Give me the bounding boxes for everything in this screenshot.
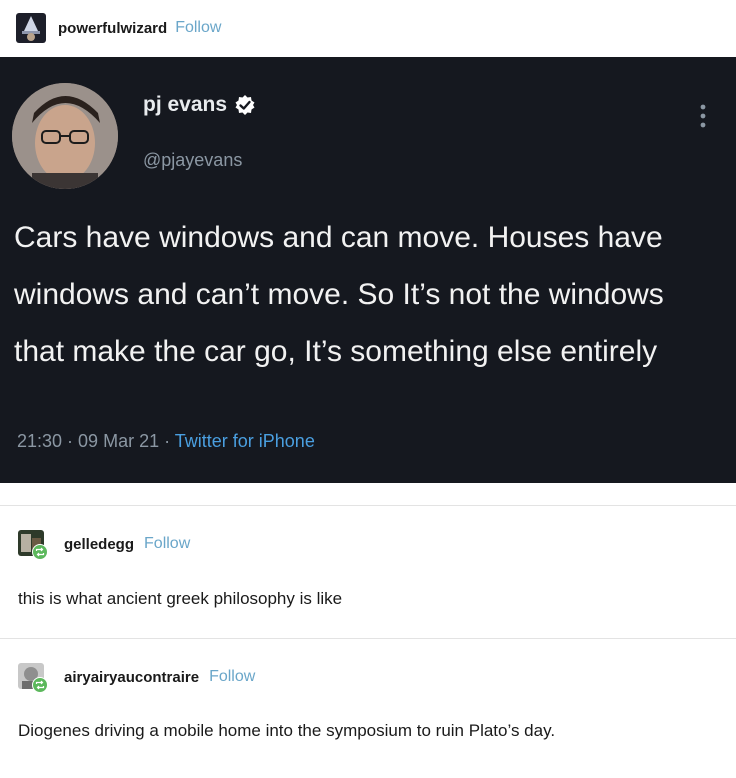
tweet-source[interactable]: Twitter for iPhone bbox=[175, 431, 315, 451]
reblog-entry: gelledegg Follow this is what ancient gr… bbox=[0, 524, 736, 615]
reblog-badge-icon bbox=[32, 677, 48, 693]
tweet-card: pj evans @pjayevans Cars have windows an… bbox=[0, 57, 736, 483]
tweet-author-name[interactable]: pj evans bbox=[143, 93, 227, 117]
divider bbox=[0, 505, 736, 506]
follow-button[interactable]: Follow bbox=[209, 668, 255, 686]
tweet-avatar[interactable] bbox=[12, 83, 118, 189]
tweet-meta: 21:30 · 09 Mar 21 · Twitter for iPhone bbox=[17, 431, 315, 452]
reblog-text: this is what ancient greek philosophy is… bbox=[18, 589, 343, 608]
follow-button[interactable]: Follow bbox=[175, 19, 221, 37]
meta-separator: · bbox=[159, 431, 175, 451]
meta-separator: · bbox=[62, 431, 79, 451]
reblog-header: gelledegg Follow bbox=[0, 524, 736, 564]
reblog-username[interactable]: airyairyaucontraire bbox=[64, 669, 199, 686]
reblog-header: airyairyaucontraire Follow bbox=[0, 657, 736, 697]
more-vertical-icon[interactable] bbox=[692, 101, 714, 131]
verified-badge-icon bbox=[235, 95, 255, 115]
avatar[interactable] bbox=[18, 663, 48, 693]
reblog-entry: airyairyaucontraire Follow Diogenes driv… bbox=[0, 657, 736, 747]
tweet-time[interactable]: 21:30 bbox=[17, 431, 62, 451]
post-header: powerfulwizard Follow bbox=[0, 0, 736, 56]
avatar[interactable] bbox=[16, 13, 46, 43]
reblog-username[interactable]: gelledegg bbox=[64, 536, 134, 553]
profile-photo-image bbox=[12, 83, 118, 189]
reblog-badge-icon bbox=[32, 544, 48, 560]
wizard-avatar-image bbox=[16, 13, 46, 43]
follow-button[interactable]: Follow bbox=[144, 535, 190, 553]
avatar[interactable] bbox=[18, 530, 48, 560]
divider bbox=[0, 638, 736, 639]
tweet-author: pj evans bbox=[143, 93, 256, 117]
poster-username[interactable]: powerfulwizard bbox=[58, 20, 167, 37]
tweet-handle[interactable]: @pjayevans bbox=[143, 150, 242, 171]
tweet-date[interactable]: 09 Mar 21 bbox=[78, 431, 159, 451]
reblog-text: Diogenes driving a mobile home into the … bbox=[18, 721, 556, 740]
tweet-text: Cars have windows and can move. Houses h… bbox=[14, 221, 664, 368]
